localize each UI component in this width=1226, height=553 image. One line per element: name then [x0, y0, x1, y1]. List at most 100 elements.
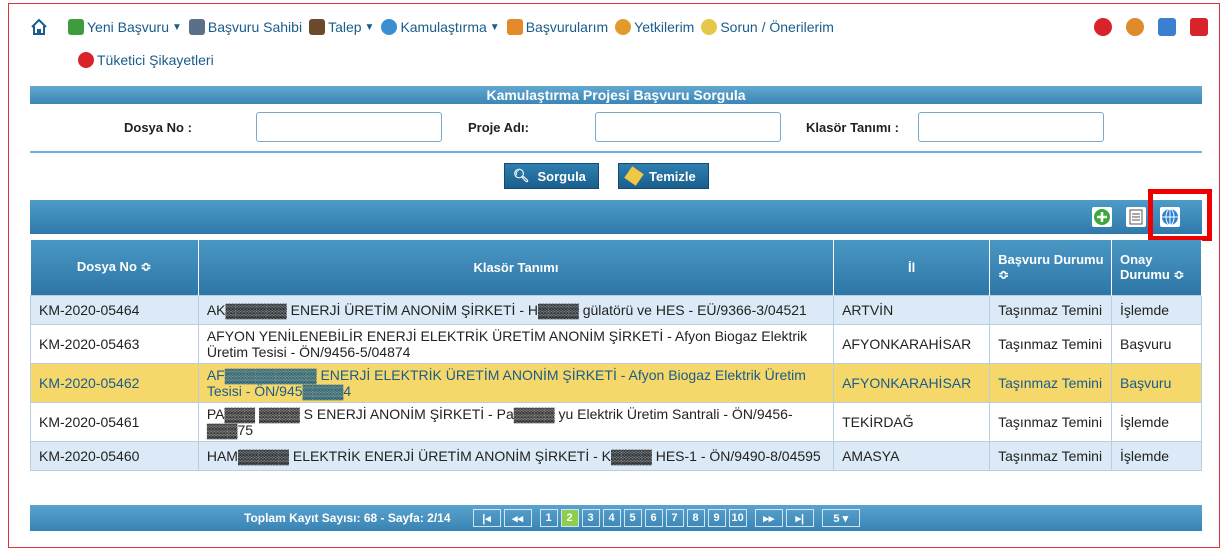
nav-label: Yeni Başvuru — [87, 19, 169, 35]
table-row[interactable]: KM-2020-05463 AFYON YENİLENEBİLİR ENERJİ… — [30, 323, 1202, 364]
page-button[interactable]: 1 — [539, 509, 558, 527]
users-icon — [188, 19, 205, 35]
dosya-no-label: Dosya No : — [124, 120, 192, 135]
chevron-down-icon: ▼ — [489, 21, 500, 33]
chevron-down-icon: ▼ — [364, 21, 375, 33]
proje-adi-input[interactable] — [595, 112, 781, 142]
book-icon — [309, 19, 326, 35]
user-toolbar — [1094, 18, 1208, 36]
cell-klasor-tanimi: HAM▓▓▓▓▓ ELEKTRİK ENERJİ ÜRETİM ANONİM Ş… — [197, 440, 835, 471]
cell-il: AFYONKARAHİSAR — [833, 323, 991, 364]
notification-phone-icon[interactable] — [1094, 18, 1112, 36]
highlight-box — [1148, 189, 1212, 241]
document-list-icon[interactable] — [1126, 207, 1146, 227]
chat-icon — [701, 19, 718, 35]
table-row-selected[interactable]: KM-2020-05462 AF▓▓▓▓▓▓▓▓▓ ENERJİ ELEKTRİ… — [30, 362, 1202, 403]
results-table: Dosya No ≎ Klasör Tanımı İl Başvuru Duru… — [30, 240, 1202, 471]
cell-basvuru-durumu: Taşınmaz Temini — [989, 323, 1112, 364]
record-summary: Toplam Kayıt Sayısı: 68 - Sayfa: 2/14 — [244, 511, 451, 525]
cell-klasor-tanimi: AFYON YENİLENEBİLİR ENERJİ ELEKTRİK ÜRET… — [197, 323, 835, 364]
page-button[interactable]: 4 — [602, 509, 621, 527]
nav-sorun-onerilerim[interactable]: Sorun / Önerilerim — [701, 16, 834, 38]
proje-adi-label: Proje Adı: — [468, 120, 529, 135]
sorgula-button[interactable]: 🔍︎ Sorgula — [504, 163, 599, 189]
folder-icon — [506, 19, 523, 35]
nav-basvuru-sahibi[interactable]: Başvuru Sahibi — [188, 16, 303, 38]
column-header-dosya-no[interactable]: Dosya No ≎ — [30, 240, 199, 295]
last-page-button[interactable]: ▸| — [785, 509, 814, 527]
complaint-phone-icon — [78, 52, 94, 68]
page-button[interactable]: 3 — [581, 509, 600, 527]
nav-yetkilerim[interactable]: Yetkilerim — [615, 16, 694, 38]
cell-onay-durumu: İşlemde — [1111, 401, 1202, 442]
power-icon[interactable] — [1190, 18, 1208, 36]
klasor-tanimi-input[interactable] — [918, 112, 1104, 142]
nav-talep[interactable]: Talep ▼ — [309, 16, 374, 38]
cell-il: AFYONKARAHİSAR — [833, 362, 991, 403]
page-button[interactable]: 7 — [665, 509, 684, 527]
nav-label: Kamulaştırma — [400, 19, 487, 35]
grid-toolbar — [30, 200, 1202, 234]
temizle-button[interactable]: Temizle — [618, 163, 709, 189]
first-page-button[interactable]: |◂ — [472, 509, 501, 527]
divider — [30, 151, 1202, 153]
nav-kamulastirma[interactable]: Kamulaştırma ▼ — [381, 16, 500, 38]
search-form: Dosya No : Proje Adı: Klasör Tanımı : — [30, 112, 1202, 142]
cell-onay-durumu: İşlemde — [1111, 440, 1202, 471]
cell-klasor-tanimi: AK▓▓▓▓▓▓ ENERJİ ÜRETİM ANONİM ŞİRKETİ - … — [197, 294, 835, 325]
add-icon[interactable] — [1092, 207, 1112, 227]
pagination-bar: Toplam Kayıt Sayısı: 68 - Sayfa: 2/14 |◂… — [30, 505, 1202, 531]
cell-basvuru-durumu: Taşınmaz Temini — [989, 440, 1112, 471]
nav-label: Talep — [328, 19, 362, 35]
table-row[interactable]: KM-2020-05464 AK▓▓▓▓▓▓ ENERJİ ÜRETİM ANO… — [30, 294, 1202, 325]
nav-tuketici-sikayetleri[interactable]: Tüketici Şikayetleri — [78, 52, 214, 68]
table-row[interactable]: KM-2020-05460 HAM▓▓▓▓▓ ELEKTRİK ENERJİ Ü… — [30, 440, 1202, 471]
nav-label: Tüketici Şikayetleri — [97, 52, 214, 68]
help-book-icon[interactable] — [1158, 18, 1176, 36]
cell-onay-durumu: Başvuru — [1111, 362, 1202, 403]
chevron-down-icon: ▼ — [171, 21, 182, 33]
profile-icon[interactable] — [1126, 18, 1144, 36]
column-header-onay-durumu[interactable]: Onay Durumu ≎ — [1111, 240, 1202, 295]
nav-label: Sorun / Önerilerim — [720, 19, 834, 35]
cell-onay-durumu: Başvuru — [1111, 323, 1202, 364]
cell-basvuru-durumu: Taşınmaz Temini — [989, 362, 1112, 403]
cell-dosya-no: KM-2020-05464 — [30, 294, 199, 325]
nav-basvurularim[interactable]: Başvurularım — [506, 16, 609, 38]
page-button[interactable]: 10 — [728, 509, 747, 527]
add-document-icon — [68, 19, 84, 35]
prev-page-button[interactable]: ◂◂ — [503, 509, 532, 527]
nav-label: Başvurularım — [525, 19, 609, 35]
dosya-no-input[interactable] — [256, 112, 442, 142]
nav-yeni-basvuru[interactable]: Yeni Başvuru ▼ — [68, 16, 182, 38]
cell-il: AMASYA — [833, 440, 991, 471]
nav-label: Yetkilerim — [634, 19, 695, 35]
column-header-klasor-tanimi: Klasör Tanımı — [198, 240, 835, 295]
column-header-il: İl — [833, 240, 991, 295]
cell-dosya-no: KM-2020-05463 — [30, 323, 199, 364]
page-button-active[interactable]: 2 — [560, 509, 579, 527]
cell-dosya-no: KM-2020-05461 — [30, 401, 199, 442]
cell-klasor-tanimi: PA▓▓▓ ▓▓▓▓ S ENERJİ ANONİM ŞİRKETİ - Pa▓… — [197, 401, 835, 442]
cell-onay-durumu: İşlemde — [1111, 294, 1202, 325]
table-row[interactable]: KM-2020-05461 PA▓▓▓ ▓▓▓▓ S ENERJİ ANONİM… — [30, 401, 1202, 442]
search-panel-title: Kamulaştırma Projesi Başvuru Sorgula — [30, 86, 1202, 104]
globe-icon — [381, 19, 398, 35]
page-button[interactable]: 8 — [686, 509, 705, 527]
search-icon: 🔍︎ — [513, 168, 530, 183]
cell-il: TEKİRDAĞ — [833, 401, 991, 442]
page-button[interactable]: 5 — [623, 509, 642, 527]
page-size-select[interactable]: 5 ▾ — [821, 509, 860, 527]
cell-dosya-no: KM-2020-05460 — [30, 440, 199, 471]
nav-label: Başvuru Sahibi — [207, 19, 303, 35]
page-button[interactable]: 9 — [707, 509, 726, 527]
cell-basvuru-durumu: Taşınmaz Temini — [989, 401, 1112, 442]
page-button[interactable]: 6 — [644, 509, 663, 527]
home-icon[interactable] — [30, 18, 48, 36]
next-page-button[interactable]: ▸▸ — [754, 509, 783, 527]
cell-dosya-no: KM-2020-05462 — [30, 362, 199, 403]
cell-klasor-tanimi: AF▓▓▓▓▓▓▓▓▓ ENERJİ ELEKTRİK ÜRETİM ANONİ… — [197, 362, 835, 403]
cell-il: ARTVİN — [833, 294, 991, 325]
column-header-basvuru-durumu[interactable]: Başvuru Durumu ≎ — [989, 240, 1112, 295]
main-nav: Yeni Başvuru ▼ Başvuru Sahibi Talep ▼ Ka… — [30, 16, 1210, 38]
